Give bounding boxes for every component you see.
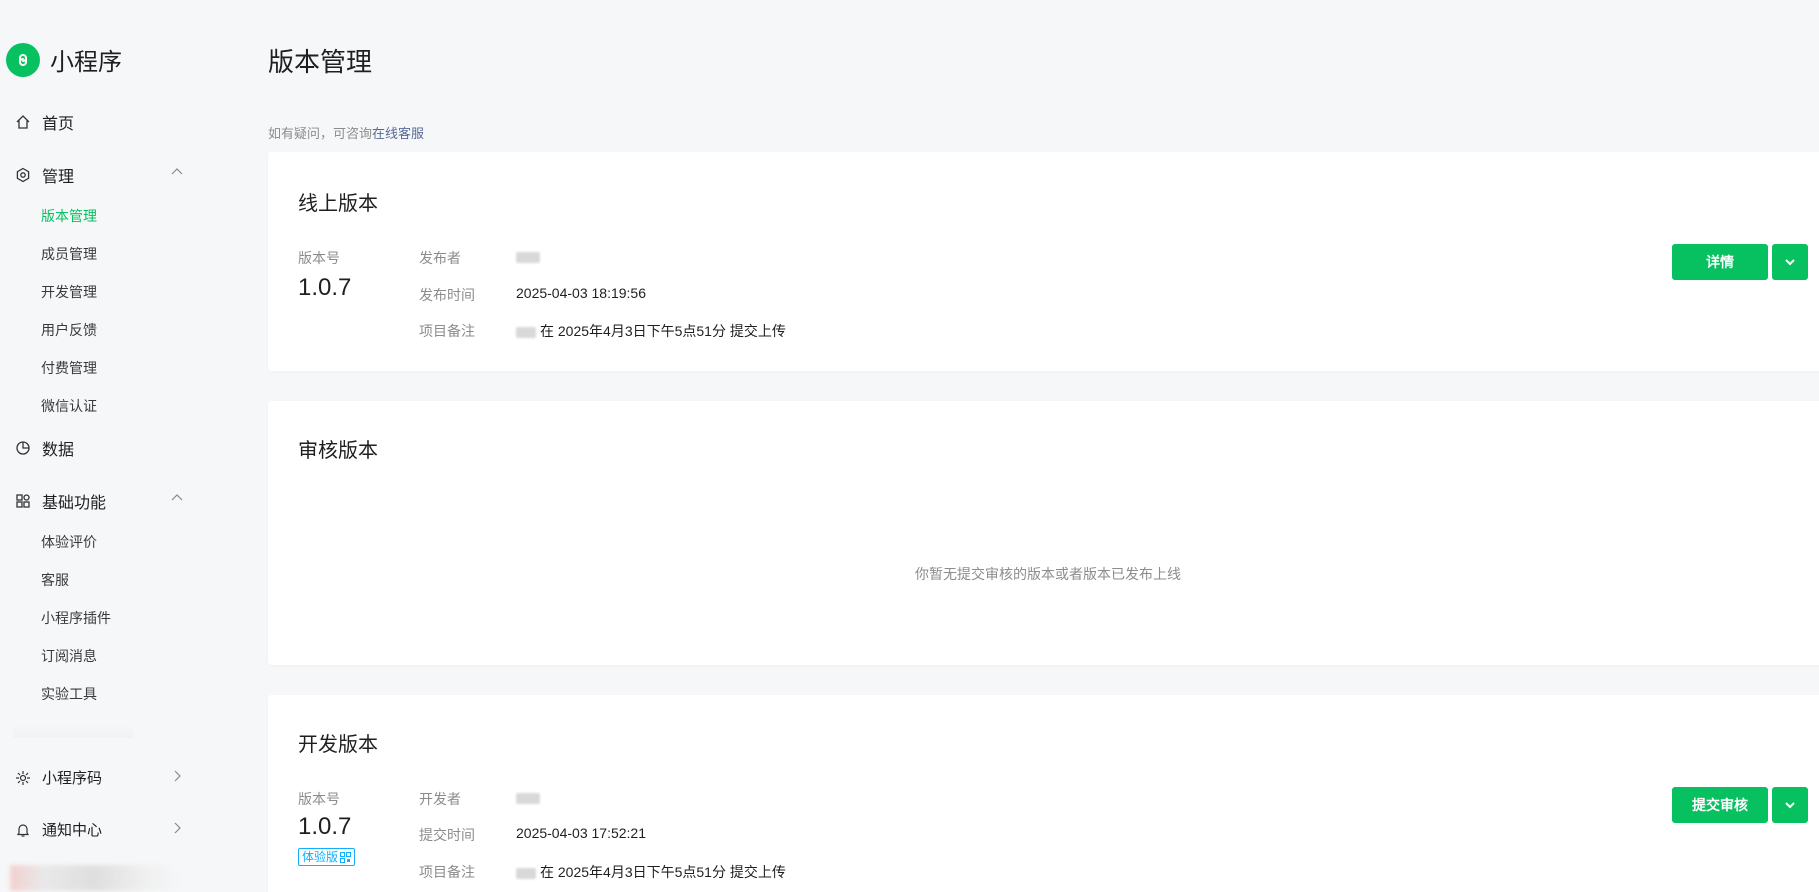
help-prefix: 如有疑问，可咨询	[268, 126, 373, 141]
dev-version-number-label: 版本号	[298, 791, 340, 807]
project-note-text: 在 2025年4月3日下午5点51分 提交上传	[540, 323, 786, 339]
sidebar-item-experience-review[interactable]: 体验评价	[41, 532, 97, 552]
nav-notification-label: 通知中心	[42, 822, 103, 839]
version-number-label: 版本号	[298, 250, 340, 266]
version-number: 1.0.7	[298, 274, 352, 301]
nav-basic-features-label: 基础功能	[42, 495, 107, 512]
dev-version-card: 开发版本 版本号 1.0.7 体验版 开发者 提交时间 2025-04-03 1…	[268, 695, 1819, 892]
dev-version-title: 开发版本	[298, 732, 378, 756]
online-more-dropdown[interactable]	[1772, 244, 1808, 280]
sidebar-item-user-feedback[interactable]: 用户反馈	[41, 320, 97, 340]
home-icon	[14, 113, 32, 131]
app-name: 小程序	[50, 48, 122, 76]
dev-more-dropdown[interactable]	[1772, 787, 1808, 823]
settings-hexagon-icon	[14, 166, 32, 184]
nav-home-label: 首页	[42, 116, 75, 133]
sidebar-item-dev-manage[interactable]: 开发管理	[41, 282, 97, 302]
miniprogram-logo-icon	[6, 42, 40, 77]
sidebar-item-plugins[interactable]: 小程序插件	[41, 608, 111, 628]
help-text: 如有疑问，可咨询在线客服	[268, 123, 424, 142]
chevron-down-icon	[1785, 259, 1795, 266]
app-logo[interactable]: 小程序	[6, 42, 122, 77]
sidebar-item-wechat-auth[interactable]: 微信认证	[41, 396, 97, 416]
chevron-up-icon	[170, 165, 184, 184]
page-title: 版本管理	[268, 48, 373, 78]
faded-scroll-item	[14, 724, 134, 738]
developer-label: 开发者	[419, 791, 461, 807]
sidebar-item-experiment-tools[interactable]: 实验工具	[41, 684, 97, 704]
online-version-title: 线上版本	[298, 191, 378, 215]
developer-avatar-blurred	[516, 792, 540, 804]
pie-chart-icon	[14, 439, 32, 457]
sidebar: 小程序 首页 管理 版本管理 成员管理 开发管理 用户反馈 付费管理 微信认证 …	[0, 0, 226, 892]
nav-notification[interactable]: 通知中心	[14, 819, 184, 840]
dev-project-note-text: 在 2025年4月3日下午5点51分 提交上传	[540, 864, 786, 880]
submit-time-value: 2025-04-03 17:52:21	[516, 825, 646, 841]
project-note-label: 项目备注	[419, 323, 475, 339]
review-version-card: 审核版本 你暂无提交审核的版本或者版本已发布上线	[268, 401, 1819, 665]
online-service-link[interactable]: 在线客服	[372, 126, 424, 141]
project-note-value: 在 2025年4月3日下午5点51分 提交上传	[516, 321, 786, 341]
review-empty-text: 你暂无提交审核的版本或者版本已发布上线	[915, 566, 1181, 582]
nav-basic-features[interactable]: 基础功能	[14, 489, 184, 513]
dev-note-author-blurred	[516, 867, 536, 879]
sidebar-item-customer-service[interactable]: 客服	[41, 570, 69, 590]
developer-value	[516, 789, 540, 805]
account-avatar-blurred[interactable]	[10, 865, 180, 891]
nav-data[interactable]: 数据	[14, 436, 184, 460]
trial-version-badge-label: 体验版	[302, 850, 339, 864]
publisher-value	[516, 248, 540, 264]
dev-project-note-value: 在 2025年4月3日下午5点51分 提交上传	[516, 862, 786, 882]
detail-button[interactable]: 详情	[1672, 244, 1768, 280]
publisher-label: 发布者	[419, 250, 461, 266]
publish-time-label: 发布时间	[419, 287, 475, 303]
chevron-down-icon	[1785, 802, 1795, 809]
chevron-up-icon	[170, 491, 184, 510]
chevron-right-icon	[170, 821, 184, 839]
nav-manage-label: 管理	[42, 169, 75, 186]
sidebar-item-member-manage[interactable]: 成员管理	[41, 244, 97, 264]
sidebar-item-subscribe-messages[interactable]: 订阅消息	[41, 646, 97, 666]
sun-code-icon	[14, 769, 32, 787]
sidebar-item-version-manage[interactable]: 版本管理	[41, 206, 97, 226]
publish-time-value: 2025-04-03 18:19:56	[516, 285, 646, 301]
review-version-title: 审核版本	[298, 438, 378, 462]
trial-version-badge[interactable]: 体验版	[298, 848, 356, 866]
grid-apps-icon	[14, 492, 32, 510]
nav-qrcode[interactable]: 小程序码	[14, 767, 184, 788]
dev-project-note-label: 项目备注	[419, 864, 475, 880]
qrcode-icon	[340, 851, 352, 863]
publisher-avatar-blurred	[516, 251, 540, 263]
chevron-right-icon	[170, 769, 184, 787]
online-version-card: 线上版本 版本号 1.0.7 发布者 发布时间 2025-04-03 18:19…	[268, 152, 1819, 371]
sidebar-item-payment-manage[interactable]: 付费管理	[41, 358, 97, 378]
nav-qrcode-label: 小程序码	[42, 770, 103, 787]
dev-version-number: 1.0.7	[298, 813, 352, 840]
note-author-blurred	[516, 326, 536, 338]
submit-review-button[interactable]: 提交审核	[1672, 787, 1768, 823]
nav-data-label: 数据	[42, 442, 75, 459]
nav-home[interactable]: 首页	[14, 110, 184, 134]
nav-manage[interactable]: 管理	[14, 163, 184, 187]
submit-time-label: 提交时间	[419, 827, 475, 843]
bell-icon	[14, 821, 32, 839]
